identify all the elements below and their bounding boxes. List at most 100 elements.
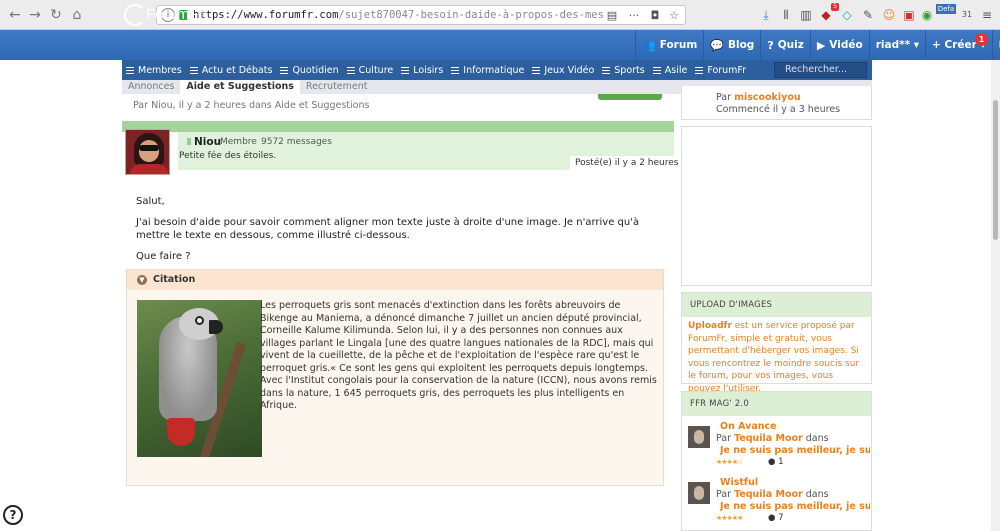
monkey-icon[interactable]: ☺ <box>880 6 898 24</box>
nav-quotidien[interactable]: Quotidien <box>276 60 342 80</box>
back-icon[interactable]: ← <box>6 6 24 24</box>
post-paragraph: Que faire ? <box>136 251 191 262</box>
header-nav: 👥 Forum 💬 Blog ? Quiz ▶ Vidéo riad** ▾ + Cré… <box>635 30 1000 60</box>
sidebar-ffr-mag: FFR MAG' 2.0 On Avance Par Tequila Moor … <box>681 391 872 531</box>
menu-icon <box>126 66 134 74</box>
menu-icon <box>451 66 460 74</box>
citation-text: Les perroquets gris sont menacés d'extin… <box>260 300 657 411</box>
users-icon: 👥 <box>642 38 656 52</box>
notification-badge: 1 <box>975 33 988 46</box>
comment-count: ● 7 <box>768 513 784 523</box>
nav-actu-debats[interactable]: Actu et Débats <box>186 60 277 80</box>
list-item: Wistful Par Tequila Moor dans Je ne suis… <box>682 474 871 531</box>
date-badge[interactable]: 31 <box>958 6 976 24</box>
addon-icon[interactable]: ✎ <box>859 6 877 24</box>
home-icon[interactable]: ⌂ <box>68 6 86 24</box>
nav-blog[interactable]: 💬 Blog <box>703 30 760 60</box>
recent-topic-user[interactable]: miscookiyou <box>734 92 801 103</box>
sidebar-icon[interactable]: ▥ <box>797 6 815 24</box>
page-icon[interactable]: ▤ <box>605 9 619 23</box>
post-paragraph: J'ai besoin d'aide pour savoir comment a… <box>136 217 640 241</box>
nav-culture[interactable]: Culture <box>343 60 398 80</box>
avatar[interactable] <box>688 482 710 504</box>
address-bar[interactable]: i https://www.forumfr.com/sujet870047-be… <box>156 5 686 25</box>
nav-jeux-video[interactable]: Jeux Vidéo <box>528 60 598 80</box>
page-scrollbar[interactable] <box>991 60 1000 531</box>
logo-swirl-icon <box>124 4 146 26</box>
menu-icon <box>602 66 611 74</box>
ublock-icon[interactable]: ◆ 5 <box>817 3 839 24</box>
pocket-icon[interactable]: ◘ <box>648 9 662 23</box>
play-icon: ▶ <box>816 38 826 52</box>
url-text: https://www.forumfr.com/sujet870047-beso… <box>193 9 603 21</box>
nav-video[interactable]: ▶ Vidéo <box>809 30 869 60</box>
reload-icon[interactable]: ↻ <box>47 6 65 24</box>
subnav-annonces[interactable]: Annonces <box>122 80 180 94</box>
rating-stars: ★★★★☆ <box>716 458 743 466</box>
author-message-count: 9572 messages <box>261 137 332 147</box>
author-role: Membre <box>220 137 257 147</box>
subnav-recrutement[interactable]: Recrutement <box>300 80 374 94</box>
bookmark-star-icon[interactable]: ☆ <box>667 9 681 23</box>
nav-asile[interactable]: Asile <box>649 60 692 80</box>
comment-count: ● 1 <box>768 457 784 467</box>
nav-forumfr[interactable]: ForumFr <box>691 60 750 80</box>
ffr-item-blog[interactable]: Je ne suis pas meilleur, je suis ... <box>720 445 870 456</box>
citation-block: ▼ Citation Les perroquets gris sont mena… <box>126 269 664 486</box>
library-icon[interactable]: ⫴ <box>777 6 795 24</box>
forward-icon[interactable]: → <box>26 6 44 24</box>
menu-icon <box>189 66 198 74</box>
shield-icon[interactable]: ◉ <box>918 6 936 24</box>
search-input[interactable]: Rechercher... <box>774 62 867 78</box>
ffr-item-user[interactable]: Tequila Moor <box>734 433 803 444</box>
sidebar-upload: UPLOAD D'IMAGES Uploadfr est un service … <box>681 292 872 394</box>
question-icon: ? <box>767 38 774 52</box>
avatar[interactable] <box>688 426 710 448</box>
ffr-title: FFR MAG' 2.0 <box>682 392 871 416</box>
comment-icon: ● <box>768 513 776 523</box>
calendar-icon[interactable]: ▣ <box>900 6 918 24</box>
post-body: Salut, J'ai besoin d'aide pour savoir co… <box>136 195 666 271</box>
post-date: Posté(e) il y a 2 heures <box>575 158 679 168</box>
post: Niou Membre 9572 messages Petite fée des… <box>122 121 678 531</box>
topic-author-link[interactable]: Niou <box>151 100 173 111</box>
forum-category-nav: Membres Actu et Débats Quotidien Culture… <box>122 60 872 80</box>
citation-header[interactable]: ▼ Citation <box>127 270 663 290</box>
nav-informatique[interactable]: Informatique <box>447 60 528 80</box>
nav-membres[interactable]: Membres <box>122 60 186 80</box>
author-signature: Petite fée des étoiles. <box>179 151 277 161</box>
ffr-item-blog[interactable]: Je ne suis pas meilleur, je suis ... <box>720 501 870 512</box>
menu-icon[interactable]: ≡ <box>978 6 996 24</box>
more-icon[interactable]: ··· <box>627 9 641 23</box>
rating-stars: ★★★★★ <box>716 514 743 522</box>
ffr-item-title[interactable]: Wistful <box>720 477 758 488</box>
scrollbar-thumb[interactable] <box>993 100 998 240</box>
nav-sports[interactable]: Sports <box>598 60 648 80</box>
reply-button[interactable] <box>598 94 662 100</box>
extension-icon[interactable]: ◇ <box>838 6 856 24</box>
ffr-item-title[interactable]: On Avance <box>720 421 777 432</box>
subnav-aide-suggestions[interactable]: Aide et Suggestions <box>180 80 300 94</box>
nav-loisirs[interactable]: Loisirs <box>397 60 447 80</box>
nav-quiz[interactable]: ? Quiz <box>760 30 810 60</box>
parrot-image <box>137 300 262 457</box>
topic-meta: Par Niou, il y a 2 heures dans Aide et S… <box>133 100 370 111</box>
chevron-down-icon[interactable]: ▼ <box>137 275 147 285</box>
author-name[interactable]: Niou <box>187 136 221 148</box>
post-paragraph: Salut, <box>136 196 165 207</box>
menu-icon <box>532 66 541 74</box>
avatar[interactable] <box>125 129 170 175</box>
menu-icon <box>280 66 289 74</box>
chat-icon: 💬 <box>710 38 724 52</box>
nav-forum[interactable]: 👥 Forum <box>635 30 703 60</box>
recent-topic-time: Commencé il y a 3 heures <box>716 104 841 115</box>
comment-icon: ● <box>768 457 776 467</box>
user-menu[interactable]: riad** ▾ <box>868 30 925 60</box>
ffr-item-user[interactable]: Tequila Moor <box>734 489 803 500</box>
post-topbar <box>122 121 674 132</box>
uploadfr-link[interactable]: Uploadfr <box>688 321 732 331</box>
default-badge[interactable]: Defa <box>936 4 956 14</box>
messages-icon[interactable]: ✉ <box>991 30 1000 60</box>
help-icon[interactable]: ? <box>3 505 23 525</box>
download-icon[interactable]: ⤓ <box>757 6 775 24</box>
